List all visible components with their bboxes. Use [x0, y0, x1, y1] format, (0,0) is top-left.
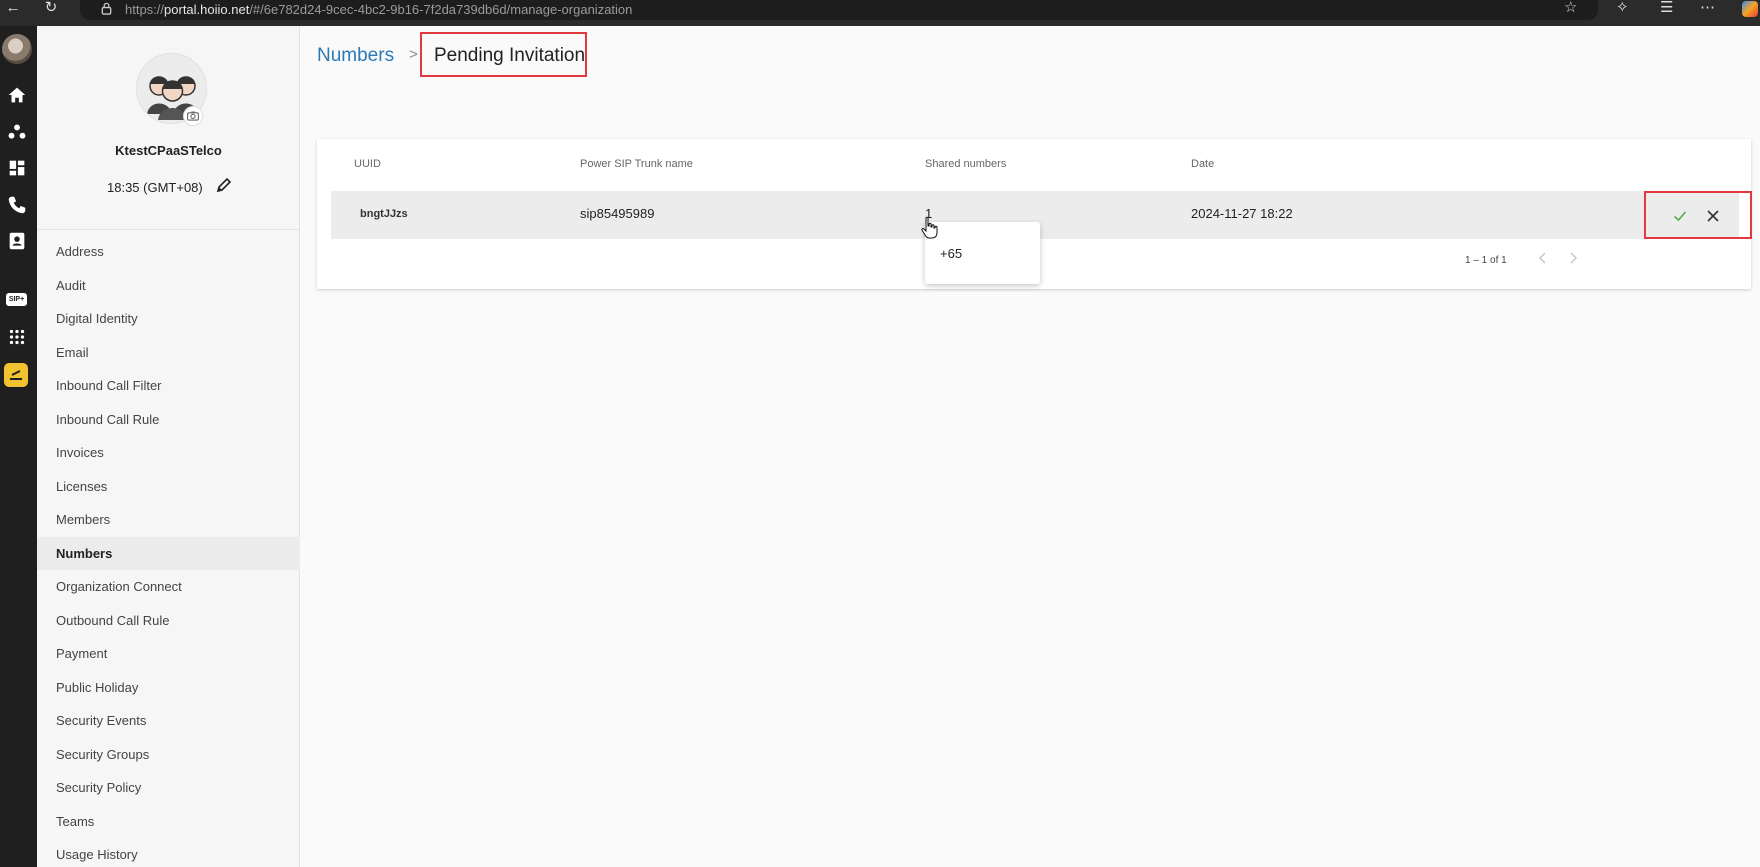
page-title: Pending Invitation: [434, 45, 586, 66]
sidebar-item-inbound-call-rule[interactable]: Inbound Call Rule: [37, 403, 300, 437]
sidebar-item-audit[interactable]: Audit: [37, 269, 300, 303]
browser-toolbar: ← ↻ https://portal.hoiio.net/#/6e782d24-…: [0, 0, 1760, 26]
column-header-trunk-name: Power SIP Trunk name: [580, 158, 693, 170]
sidebar-item-teams[interactable]: Teams: [37, 805, 300, 839]
external-app-icon[interactable]: [4, 363, 28, 387]
url-text: https://portal.hoiio.net/#/6e782d24-9cec…: [125, 2, 633, 17]
sidebar-item-address[interactable]: Address: [37, 235, 300, 269]
sidebar-item-email[interactable]: Email: [37, 336, 300, 370]
row-uuid: bngtJJzs: [360, 208, 408, 220]
organization-sidebar: KtestCPaaSTelco 18:35 (GMT+08) Address A…: [37, 26, 300, 867]
sidebar-item-security-groups[interactable]: Security Groups: [37, 738, 300, 772]
address-bar[interactable]: https://portal.hoiio.net/#/6e782d24-9cec…: [80, 0, 1598, 20]
main-content: Numbers > Pending Invitation UUID Power …: [301, 26, 1760, 867]
settings-nav: Address Audit Digital Identity Email Inb…: [37, 235, 300, 867]
pagination-range: 1 – 1 of 1: [1465, 255, 1507, 266]
lock-icon: [101, 2, 112, 15]
favorite-star-icon[interactable]: ☆: [1564, 0, 1577, 16]
extensions-icon[interactable]: ✧: [1616, 0, 1629, 16]
dashboard-icon[interactable]: [6, 157, 28, 179]
hand-cursor-icon: [921, 216, 938, 239]
camera-icon[interactable]: [183, 106, 203, 126]
shared-number-item: +65: [940, 246, 963, 261]
column-header-shared-numbers: Shared numbers: [925, 158, 1007, 170]
row-date: 2024-11-27 18:22: [1191, 206, 1293, 221]
reload-icon[interactable]: ↻: [40, 0, 62, 18]
row-trunk-name: sip85495989: [580, 206, 655, 221]
chevron-right-icon: >: [409, 46, 418, 63]
chevron-right-icon[interactable]: [1565, 249, 1581, 267]
sidebar-item-inbound-call-filter[interactable]: Inbound Call Filter: [37, 369, 300, 403]
sidebar-item-numbers[interactable]: Numbers: [37, 536, 300, 570]
sidebar-item-security-events[interactable]: Security Events: [37, 704, 300, 738]
back-icon[interactable]: ←: [2, 0, 24, 18]
sidebar-item-payment[interactable]: Payment: [37, 637, 300, 671]
app-rail: SIP+: [0, 26, 37, 867]
more-icon[interactable]: ⋯: [1700, 0, 1715, 16]
sidebar-item-digital-identity[interactable]: Digital Identity: [37, 302, 300, 336]
row-actions: [1644, 191, 1752, 239]
chevron-left-icon[interactable]: [1535, 249, 1551, 267]
sidebar-item-licenses[interactable]: Licenses: [37, 470, 300, 504]
home-icon[interactable]: [6, 84, 28, 106]
sidebar-item-public-holiday[interactable]: Public Holiday: [37, 671, 300, 705]
sidebar-item-usage-history[interactable]: Usage History: [37, 838, 300, 867]
sidebar-item-invoices[interactable]: Invoices: [37, 436, 300, 470]
organization-time: 18:35 (GMT+08): [107, 180, 203, 195]
breadcrumb-highlight: Pending Invitation: [420, 32, 587, 77]
organization-icon[interactable]: [6, 121, 28, 143]
sidebar-item-security-policy[interactable]: Security Policy: [37, 771, 300, 805]
phone-icon[interactable]: [6, 194, 28, 216]
sidebar-item-outbound-call-rule[interactable]: Outbound Call Rule: [37, 604, 300, 638]
sidebar-divider: [37, 229, 300, 230]
close-icon[interactable]: [1704, 207, 1722, 225]
user-avatar[interactable]: [2, 34, 32, 64]
apps-grid-icon[interactable]: [6, 326, 28, 348]
breadcrumb-numbers-link[interactable]: Numbers: [317, 45, 394, 67]
check-icon[interactable]: [1671, 207, 1689, 225]
sip-trunk-icon[interactable]: SIP+: [6, 293, 27, 306]
sidebar-item-organization-connect[interactable]: Organization Connect: [37, 570, 300, 604]
column-header-uuid: UUID: [354, 158, 381, 170]
pencil-icon[interactable]: [215, 176, 233, 194]
sidebar-item-members[interactable]: Members: [37, 503, 300, 537]
copilot-icon[interactable]: [1742, 1, 1758, 17]
organization-name: KtestCPaaSTelco: [115, 143, 222, 158]
shared-numbers-popup: +65: [925, 222, 1040, 284]
column-header-date: Date: [1191, 158, 1215, 170]
favorites-icon[interactable]: ☰: [1660, 0, 1673, 16]
contacts-icon[interactable]: [6, 230, 28, 252]
